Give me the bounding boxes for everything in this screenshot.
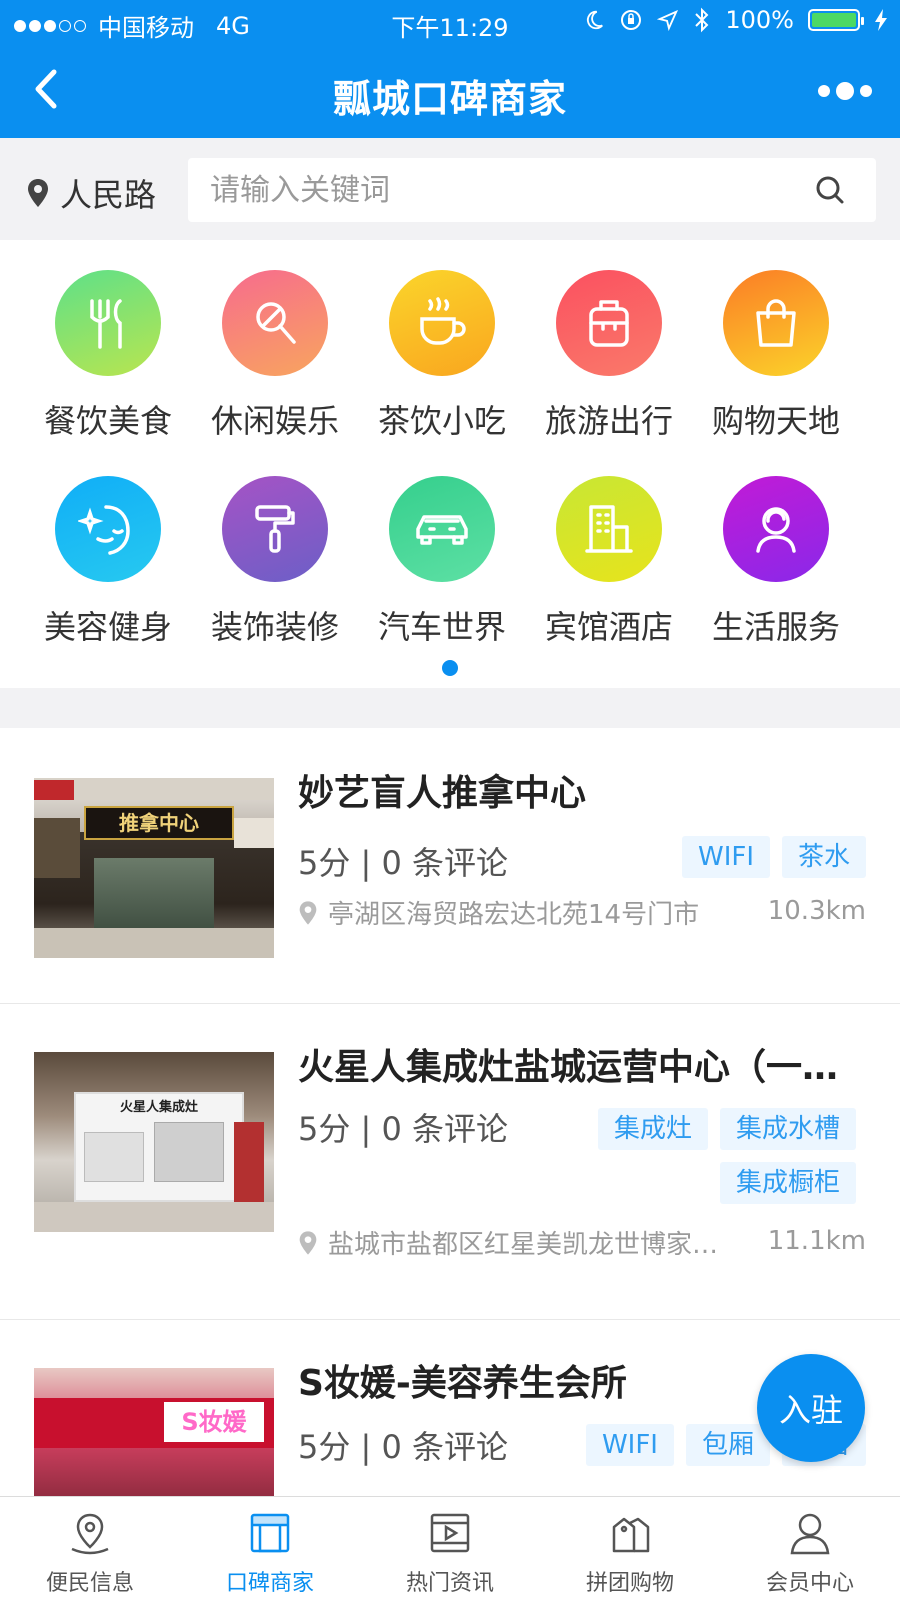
status-bar: 中国移动 4G 下午11:29 100% (0, 0, 900, 44)
bluetooth-icon (695, 7, 709, 33)
category-label: 美容健身 (43, 608, 172, 646)
video-play-icon (430, 1513, 470, 1553)
page-indicator-dot (442, 660, 458, 676)
merchant-tags: 集成灶 集成水槽 集成橱柜 (556, 1108, 856, 1204)
location-selector[interactable]: 人民路 (26, 170, 156, 216)
tab-hot-news[interactable]: 热门资讯 (360, 1497, 540, 1600)
category-label: 装饰装修 (210, 608, 339, 646)
category-label: 休闲娱乐 (210, 402, 339, 440)
merchant-address: 亭湖区海贸路宏达北苑14号门市 (298, 894, 748, 931)
merchant-rating: 5分 | 0 条评论 (298, 1110, 509, 1148)
category-travel[interactable]: 旅游出行 (524, 270, 694, 460)
search-box[interactable] (188, 158, 876, 222)
category-tea-snacks[interactable]: 茶饮小吃 (357, 270, 527, 460)
tab-reputation-merchants[interactable]: 口碑商家 (180, 1497, 360, 1600)
shop-sign: S妆媛 (164, 1402, 264, 1442)
battery-percent: 100% (725, 6, 794, 34)
utensils-icon (55, 270, 161, 376)
join-button[interactable]: 入驻 (757, 1354, 865, 1462)
category-shopping[interactable]: 购物天地 (691, 270, 861, 460)
list-item[interactable]: 推拿中心 妙艺盲人推拿中心 5分 | 0 条评论 WIFI 茶水 亭湖区海贸路宏… (0, 728, 900, 1004)
user-icon (790, 1513, 830, 1555)
paint-roller-icon (222, 476, 328, 582)
microphone-icon (222, 270, 328, 376)
category-label: 生活服务 (711, 608, 840, 646)
category-decoration[interactable]: 装饰装修 (190, 476, 360, 666)
merchant-rating: 5分 | 0 条评论 (298, 844, 509, 882)
location-pin-icon (28, 179, 48, 207)
merchant-photo: 火星人集成灶 (34, 1052, 274, 1232)
category-life-services[interactable]: 生活服务 (691, 476, 861, 666)
merchant-distance: 10.3km (767, 896, 866, 926)
search-input[interactable] (210, 168, 770, 212)
merchant-name[interactable]: 妙艺盲人推拿中心 (298, 764, 858, 816)
merchant-name[interactable]: 火星人集成灶盐城运营中心（一… (298, 1038, 858, 1090)
top-bar: 中国移动 4G 下午11:29 100% 瓢城口碑商家 (0, 0, 900, 138)
address-text: 亭湖区海贸路宏达北苑14号门市 (328, 900, 700, 930)
tag: 茶水 (781, 836, 866, 878)
face-sparkle-icon (55, 476, 161, 582)
location-pin-icon (299, 900, 317, 925)
tab-local-info[interactable]: 便民信息 (0, 1497, 180, 1600)
tag: 集成橱柜 (719, 1162, 856, 1204)
tab-label: 热门资讯 (405, 1571, 494, 1596)
building-icon (556, 476, 662, 582)
category-leisure[interactable]: 休闲娱乐 (190, 270, 360, 460)
tab-group-buy[interactable]: 拼团购物 (540, 1497, 720, 1600)
category-label: 茶饮小吃 (377, 402, 506, 440)
tag: 集成灶 (597, 1108, 708, 1150)
merchant-photo: S妆媛 (34, 1368, 274, 1496)
person-service-icon (723, 476, 829, 582)
merchant-tags: WIFI 茶水 (681, 836, 866, 878)
rotation-lock-icon (621, 10, 642, 30)
category-beauty-fitness[interactable]: 美容健身 (23, 476, 193, 666)
shopping-bag-icon (723, 270, 829, 376)
location-label: 人民路 (60, 176, 157, 214)
category-label: 汽车世界 (377, 608, 506, 646)
shop-sign: 火星人集成灶 (119, 1100, 198, 1115)
bottom-tab-bar: 便民信息 口碑商家 热门资讯 拼团购物 会员中心 (0, 1496, 900, 1600)
category-label: 购物天地 (711, 402, 840, 440)
tag: 包厢 (685, 1424, 770, 1466)
search-bar: 人民路 (0, 138, 900, 240)
tab-label: 口碑商家 (225, 1571, 314, 1596)
tab-member-center[interactable]: 会员中心 (720, 1497, 900, 1600)
more-menu-icon[interactable] (818, 82, 872, 100)
tag: 集成水槽 (719, 1108, 856, 1150)
location-pin-icon (71, 1513, 109, 1555)
tag: WIFI (681, 836, 770, 878)
tab-label: 便民信息 (45, 1571, 134, 1596)
coffee-cup-icon (389, 270, 495, 376)
search-icon[interactable] (814, 174, 846, 206)
address-text: 盐城市盐都区红星美凯龙世博家… (328, 1230, 719, 1260)
list-item[interactable]: 火星人集成灶 火星人集成灶盐城运营中心（一… 5分 | 0 条评论 集成灶 集成… (0, 1004, 900, 1320)
category-label: 旅游出行 (544, 402, 673, 440)
suitcase-icon (556, 270, 662, 376)
charging-icon (875, 9, 887, 31)
page-title: 瓢城口碑商家 (332, 77, 567, 121)
merchant-rating: 5分 | 0 条评论 (298, 1428, 509, 1466)
category-dining[interactable]: 餐饮美食 (23, 270, 193, 460)
tag: WIFI (585, 1424, 674, 1466)
merchant-address: 盐城市盐都区红星美凯龙世博家… (298, 1224, 748, 1261)
category-label: 宾馆酒店 (544, 608, 673, 646)
nav-bar: 瓢城口碑商家 (0, 44, 900, 138)
storefront-icon (250, 1513, 290, 1553)
category-hotels[interactable]: 宾馆酒店 (524, 476, 694, 666)
tab-label: 会员中心 (765, 1571, 854, 1596)
merchant-distance: 11.1km (767, 1226, 866, 1256)
price-tags-icon (612, 1517, 650, 1553)
battery-icon (808, 9, 864, 31)
location-arrow-icon (657, 9, 679, 31)
category-grid: 餐饮美食 休闲娱乐 茶饮小吃 旅游出行 购物天地 美容健身 装饰装修 汽车世界 … (0, 240, 900, 688)
merchant-photo: 推拿中心 (34, 778, 274, 958)
category-label: 餐饮美食 (43, 402, 172, 440)
category-automotive[interactable]: 汽车世界 (357, 476, 527, 666)
car-icon (389, 476, 495, 582)
location-pin-icon (299, 1230, 317, 1255)
moon-icon (587, 10, 604, 30)
tab-label: 拼团购物 (585, 1571, 674, 1596)
shop-sign: 推拿中心 (84, 806, 234, 840)
